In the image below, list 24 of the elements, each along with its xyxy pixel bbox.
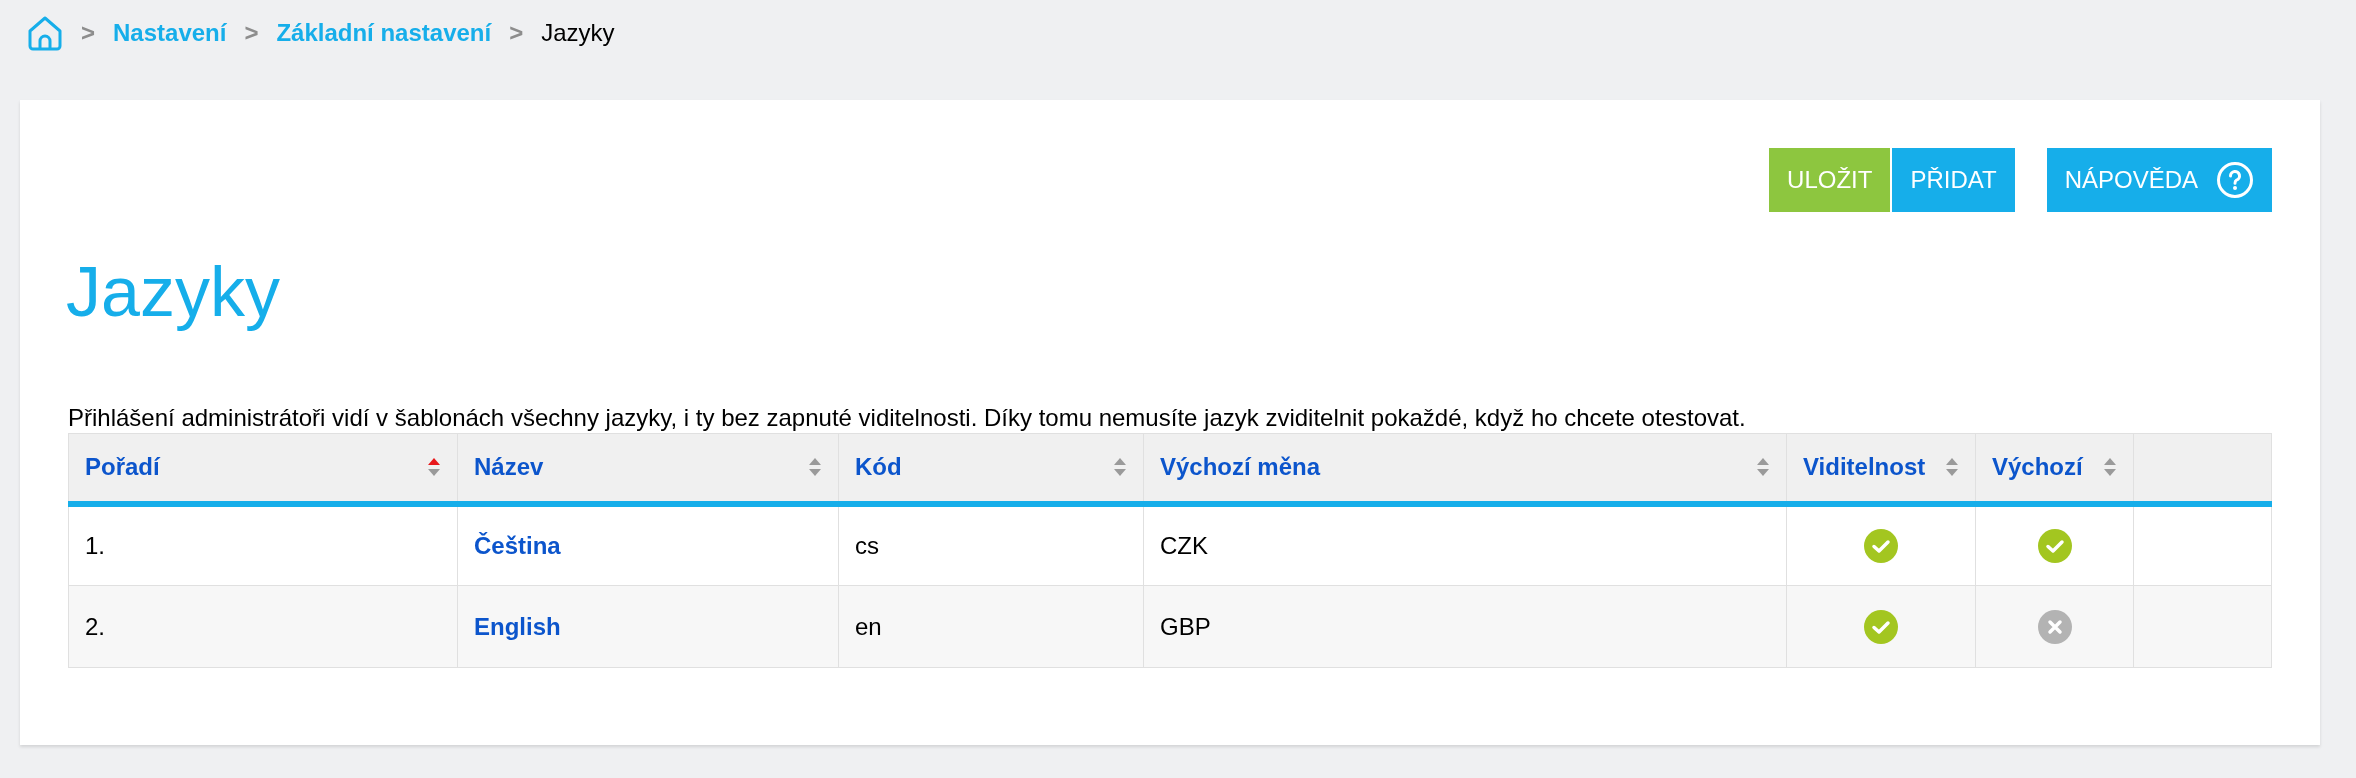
column-header[interactable]: Pořadí — [68, 433, 458, 504]
breadcrumb-separator: > — [509, 18, 524, 48]
column-label: Viditelnost — [1803, 452, 1926, 483]
column-label: Název — [474, 452, 544, 483]
breadcrumb-separator: > — [81, 18, 95, 48]
column-label: Výchozí — [1992, 452, 2083, 483]
column-label: Kód — [855, 452, 902, 483]
breadcrumb-current: Jazyky — [541, 18, 615, 48]
language-link[interactable]: English — [474, 612, 561, 640]
language-link[interactable]: Čeština — [474, 531, 561, 559]
column-header[interactable]: Viditelnost — [1786, 433, 1976, 504]
column-header[interactable]: Výchozí měna — [1143, 433, 1787, 504]
table-cell: en — [838, 585, 1144, 668]
column-label: Výchozí měna — [1160, 452, 1321, 483]
column-header[interactable]: Název — [457, 433, 839, 504]
info-text: Přihlášení administrátoři vidí v šablonách všechny jazyky, i ty bez zapnuté viditelnosti. Díky tomu nemusíte jazyk zviditelnit pokaždé, když ho chcete otestovat. — [68, 403, 1747, 433]
question-icon — [2216, 161, 2254, 199]
home-icon[interactable] — [27, 15, 63, 51]
table-cell: GBP — [1143, 585, 1787, 668]
column-header[interactable]: Kód — [838, 433, 1144, 504]
table-cell: 2. — [68, 585, 458, 668]
column-header[interactable]: Výchozí — [1975, 433, 2134, 504]
breadcrumb-separator: > — [244, 18, 259, 48]
column-label: Pořadí — [85, 452, 160, 483]
